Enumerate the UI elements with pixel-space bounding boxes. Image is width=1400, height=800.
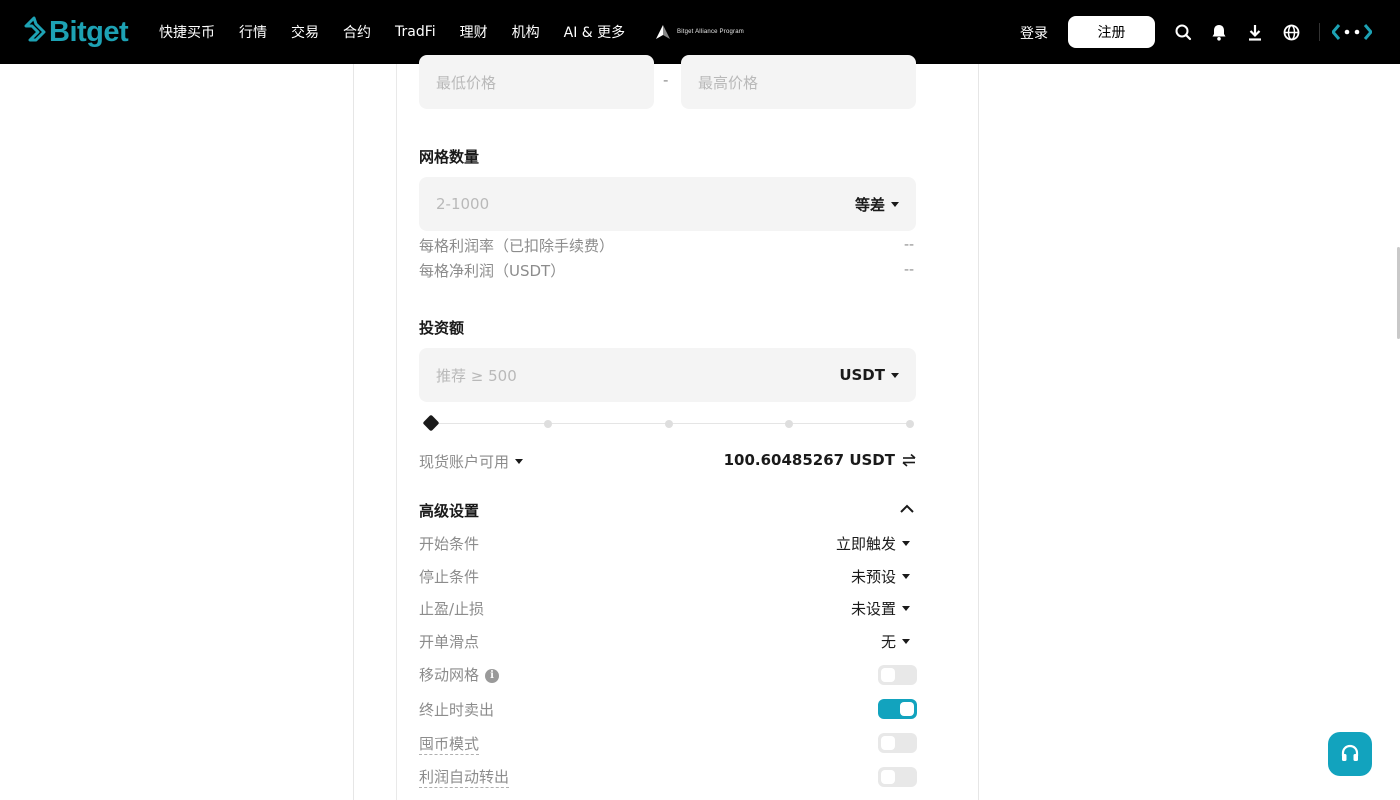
tp-sl-value: 未设置 xyxy=(850,600,896,618)
nav-trade[interactable]: 交易 xyxy=(291,22,319,42)
hoard-mode-text: 囤币模式 xyxy=(419,735,480,755)
start-condition-label: 开始条件 xyxy=(419,535,480,553)
info-icon[interactable]: i xyxy=(485,668,500,683)
grid-mode-select[interactable]: 等差 xyxy=(855,194,899,215)
ai-icon[interactable] xyxy=(1332,22,1372,42)
max-price-input[interactable]: 最高价格 xyxy=(681,55,916,109)
nav-quick-buy[interactable]: 快捷买币 xyxy=(159,22,215,42)
bell-icon[interactable] xyxy=(1209,22,1229,42)
trailing-grid-text: 移动网格 xyxy=(419,666,480,684)
trailing-grid-label: 移动网格 i xyxy=(419,664,500,685)
nav-earn[interactable]: 理财 xyxy=(460,22,488,42)
auto-transfer-toggle[interactable] xyxy=(878,767,917,787)
login-link[interactable]: 登录 xyxy=(1020,23,1048,43)
tp-sl-label: 止盈/止损 xyxy=(419,600,485,618)
grid-mode-value: 等差 xyxy=(854,195,885,214)
chevron-down-icon xyxy=(902,606,910,611)
net-profit-value: -- xyxy=(904,262,915,278)
chevron-down-icon xyxy=(902,541,910,546)
headset-icon xyxy=(1341,744,1359,761)
chevron-down-icon xyxy=(515,459,524,464)
bitget-logo[interactable]: Bitget xyxy=(24,14,129,50)
hoard-mode-toggle[interactable] xyxy=(878,733,917,753)
search-icon[interactable] xyxy=(1173,22,1193,42)
sell-on-stop-label: 终止时卖出 xyxy=(419,701,495,719)
panel-border-right xyxy=(978,64,979,800)
chevron-down-icon xyxy=(902,574,910,579)
chevron-down-icon xyxy=(891,201,899,207)
nav-markets[interactable]: 行情 xyxy=(239,22,267,42)
download-icon[interactable] xyxy=(1245,22,1265,42)
chevron-down-icon xyxy=(891,372,899,378)
toggle-knob xyxy=(881,736,895,750)
stop-condition-select[interactable]: 未预设 xyxy=(851,566,910,587)
toggle-knob xyxy=(881,668,895,682)
logo-text: Bitget xyxy=(49,15,129,48)
min-price-placeholder: 最低价格 xyxy=(436,73,497,92)
grid-count-placeholder: 2-1000 xyxy=(436,195,490,213)
nav-tradfi[interactable]: TradFi xyxy=(395,24,436,40)
chevron-up-icon[interactable] xyxy=(899,503,915,515)
min-price-input[interactable]: 最低价格 xyxy=(419,55,654,109)
available-value: 100.60485267 USDT xyxy=(723,451,895,469)
panel-border-left xyxy=(353,64,354,800)
available-balance-select[interactable]: 现货账户可用 xyxy=(419,451,524,472)
card-border-left xyxy=(396,64,397,800)
investment-placeholder: 推荐 ≥ 500 xyxy=(436,366,517,385)
nav-institutional[interactable]: 机构 xyxy=(512,22,540,42)
hoard-mode-label[interactable]: 囤币模式 xyxy=(419,733,480,755)
grid-count-title: 网格数量 xyxy=(419,148,480,166)
trailing-grid-toggle[interactable] xyxy=(878,665,917,685)
tp-sl-select[interactable]: 未设置 xyxy=(851,598,910,619)
nav-ai-more[interactable]: AI & 更多 xyxy=(564,22,626,42)
start-condition-value: 立即触发 xyxy=(835,535,896,553)
alliance-program-text: Bitget Alliance Program xyxy=(677,29,744,35)
register-button[interactable]: 注册 xyxy=(1068,16,1155,48)
start-condition-select[interactable]: 立即触发 xyxy=(836,533,910,554)
advanced-settings-title[interactable]: 高级设置 xyxy=(419,500,479,521)
price-range-separator: - xyxy=(663,71,669,89)
slider-node-25[interactable] xyxy=(544,420,552,428)
globe-icon[interactable] xyxy=(1281,22,1301,42)
grid-count-input[interactable]: 2-1000 等差 xyxy=(419,177,916,231)
toggle-knob xyxy=(881,770,895,784)
slippage-select[interactable]: 无 xyxy=(881,631,910,652)
net-profit-label: 每格净利润（USDT） xyxy=(419,262,566,280)
sell-on-stop-toggle[interactable] xyxy=(878,699,917,719)
investment-input[interactable]: 推荐 ≥ 500 USDT xyxy=(419,348,916,402)
toggle-knob xyxy=(900,702,914,716)
bitget-logo-icon xyxy=(24,16,46,42)
auto-transfer-label[interactable]: 利润自动转出 xyxy=(419,766,510,788)
currency-select[interactable]: USDT xyxy=(839,366,899,384)
slippage-value: 无 xyxy=(880,633,896,651)
slider-node-100[interactable] xyxy=(906,420,914,428)
stop-condition-value: 未预设 xyxy=(850,568,896,586)
customer-support-button[interactable] xyxy=(1328,732,1372,776)
alliance-logo-icon xyxy=(656,25,670,39)
toolbar-divider xyxy=(1319,23,1320,41)
alliance-program-link[interactable]: Bitget Alliance Program xyxy=(655,24,744,40)
stop-condition-label: 停止条件 xyxy=(419,568,480,586)
slider-node-75[interactable] xyxy=(785,420,793,428)
slippage-label: 开单滑点 xyxy=(419,633,480,651)
available-balance: 100.60485267 USDT xyxy=(724,451,916,469)
investment-title: 投资额 xyxy=(419,319,465,337)
profit-rate-label: 每格利润率（已扣除手续费） xyxy=(419,237,615,255)
max-price-placeholder: 最高价格 xyxy=(698,73,759,92)
transfer-icon[interactable] xyxy=(902,453,916,467)
nav-futures[interactable]: 合约 xyxy=(343,22,371,42)
available-label: 现货账户可用 xyxy=(419,453,510,471)
currency-value: USDT xyxy=(839,366,885,384)
chevron-down-icon xyxy=(902,639,910,644)
profit-rate-value: -- xyxy=(904,237,915,253)
investment-slider-thumb[interactable] xyxy=(422,414,440,432)
slider-node-50[interactable] xyxy=(665,420,673,428)
auto-transfer-text: 利润自动转出 xyxy=(419,768,510,788)
